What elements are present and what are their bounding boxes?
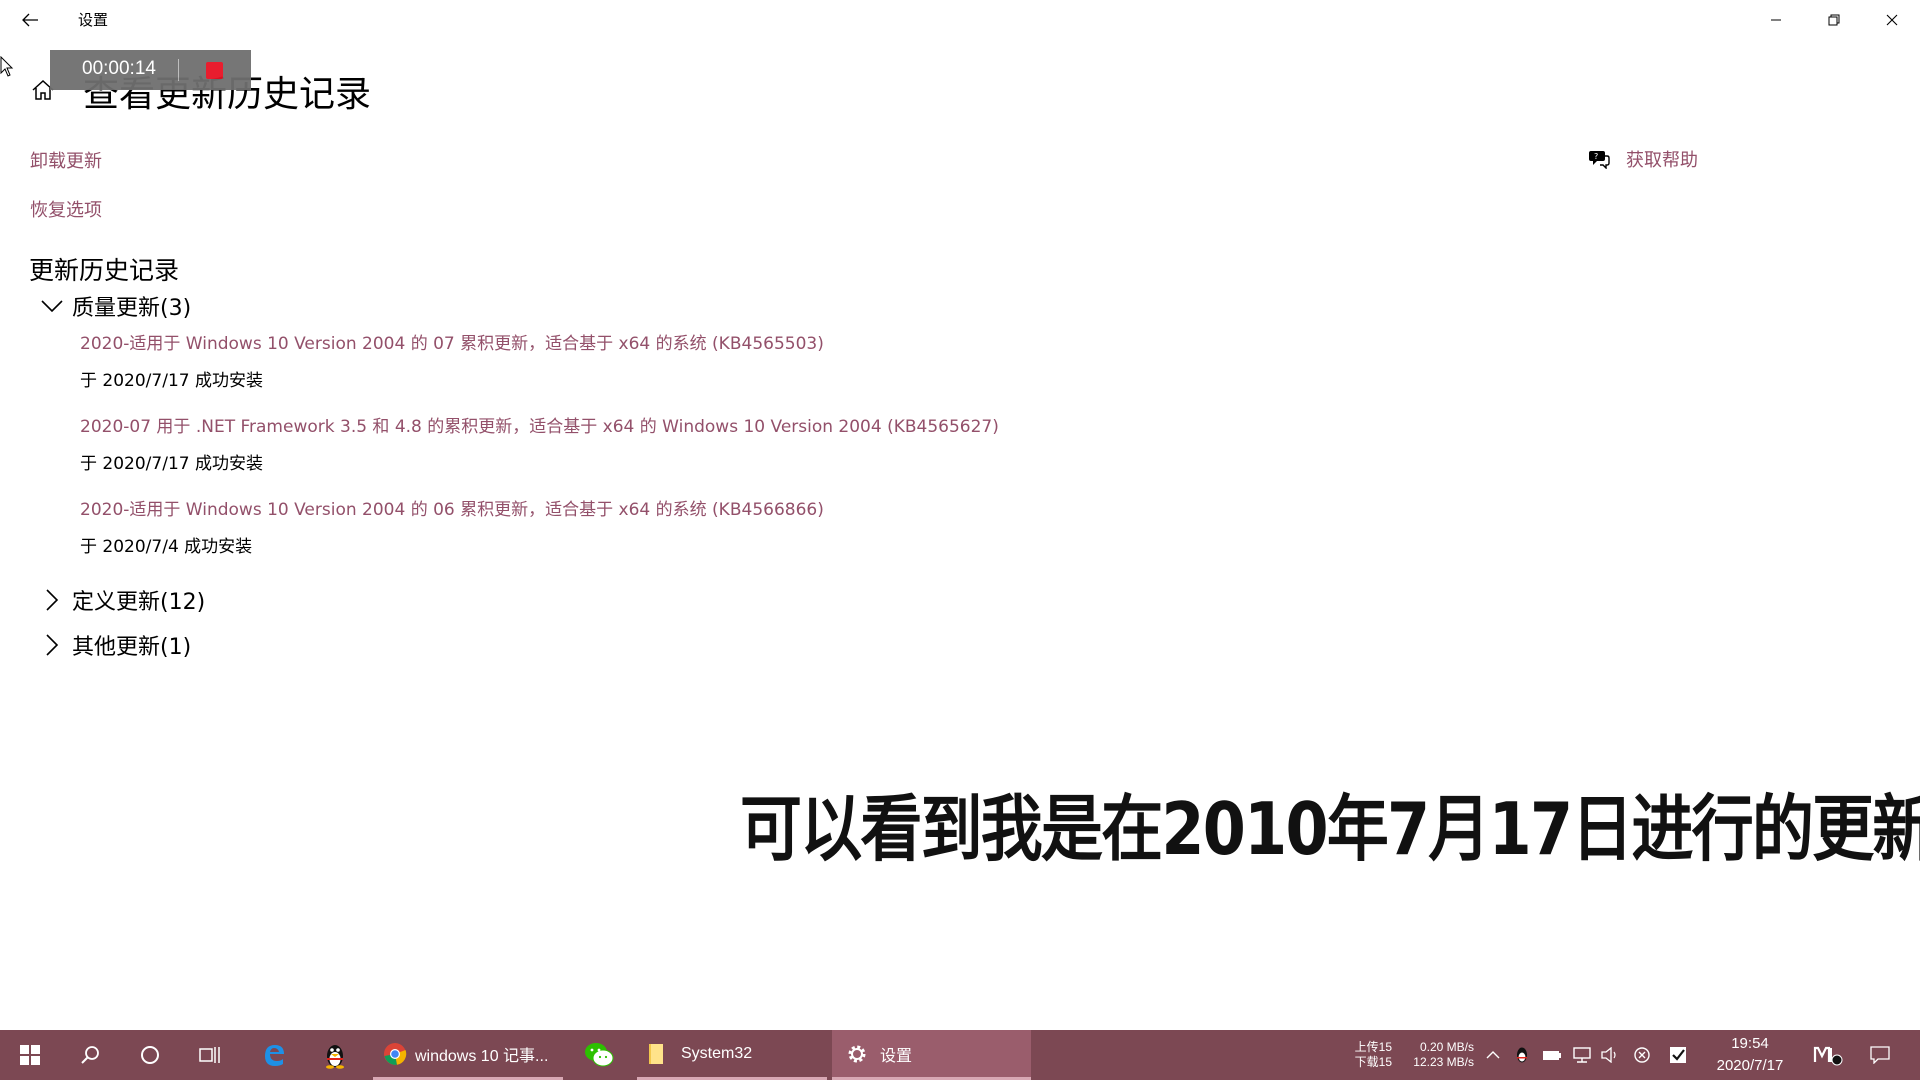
taskbar-clock[interactable]: 19:54 2020/7/17	[1700, 1033, 1800, 1077]
clock-date: 2020/7/17	[1716, 1057, 1784, 1074]
minimize-button[interactable]	[1748, 0, 1804, 40]
taskbar-chrome-window[interactable]: windows 10 记事...	[373, 1030, 563, 1080]
get-help-link[interactable]: ? 获取帮助	[1588, 146, 1698, 172]
battery-icon	[1543, 1051, 1561, 1060]
folder-icon	[649, 1043, 663, 1064]
task-view-button[interactable]	[188, 1030, 232, 1080]
show-hidden-icons-button[interactable]	[1482, 1030, 1504, 1080]
tray-qq[interactable]	[1510, 1030, 1534, 1080]
qq-penguin-icon	[1517, 1047, 1527, 1063]
install-status: 于 2020/7/4 成功安装	[80, 537, 253, 557]
taskbar-app-label: System32	[681, 1044, 753, 1062]
window-title: 设置	[78, 11, 109, 29]
network-speed-meter: 0.20 MB/s 12.23 MB/s	[1400, 1040, 1474, 1070]
group-label: 质量更新(3)	[72, 296, 192, 321]
taskbar-app-label: 设置	[880, 1047, 913, 1065]
update-item: 2020-07 用于 .NET Framework 3.5 和 4.8 的累积更…	[80, 412, 999, 474]
title-bar: 设置	[0, 0, 1920, 40]
minimize-icon	[1771, 19, 1781, 21]
install-status: 于 2020/7/17 成功安装	[80, 371, 263, 391]
start-button[interactable]	[8, 1030, 52, 1080]
get-help-label: 获取帮助	[1626, 150, 1698, 171]
network-labels: 上传15 下载15	[1340, 1040, 1392, 1070]
back-button[interactable]	[14, 6, 46, 34]
tray-battery[interactable]	[1540, 1030, 1564, 1080]
update-item: 2020-适用于 Windows 10 Version 2004 的 07 累积…	[80, 329, 824, 391]
screen-recorder-widget: 00:00:14	[50, 50, 251, 90]
update-link[interactable]: 2020-适用于 Windows 10 Version 2004 的 06 累积…	[80, 495, 824, 520]
download-speed: 12.23 MB/s	[1413, 1055, 1474, 1069]
back-arrow-icon	[22, 13, 38, 27]
video-caption: 可以看到我是在2010年7月17日进行的更新	[740, 787, 1920, 871]
group-quality-updates[interactable]: 质量更新(3)	[0, 290, 191, 322]
chrome-icon	[384, 1042, 407, 1065]
update-history-heading: 更新历史记录	[29, 256, 180, 285]
cortana-circle-icon	[141, 1046, 159, 1064]
tray-check-app[interactable]	[1666, 1030, 1690, 1080]
edge-browser-icon	[265, 1045, 284, 1066]
qq-penguin-icon	[326, 1045, 344, 1069]
download-label: 下载15	[1354, 1055, 1392, 1069]
speaker-icon	[1601, 1047, 1616, 1063]
taskbar-explorer-window[interactable]: System32	[637, 1030, 827, 1080]
uninstall-updates-link[interactable]: 卸载更新	[30, 147, 102, 173]
checkbox-check-icon	[1670, 1047, 1686, 1063]
taskbar-qq[interactable]	[313, 1030, 357, 1080]
network-icon	[1573, 1047, 1591, 1063]
tray-error-status[interactable]	[1630, 1030, 1654, 1080]
taskbar-settings-window[interactable]: 设置	[832, 1030, 1031, 1080]
update-item: 2020-适用于 Windows 10 Version 2004 的 06 累积…	[80, 495, 824, 557]
taskbar-edge[interactable]	[252, 1030, 296, 1080]
recorder-divider	[178, 59, 179, 81]
action-center-button[interactable]	[1862, 1030, 1898, 1080]
task-view-icon	[199, 1047, 220, 1063]
update-link[interactable]: 2020-07 用于 .NET Framework 3.5 和 4.8 的累积更…	[80, 412, 999, 437]
search-icon	[81, 1046, 99, 1064]
stop-recording-button[interactable]	[206, 62, 223, 79]
tray-im-input[interactable]	[1808, 1030, 1848, 1080]
close-icon	[1886, 14, 1898, 26]
search-button[interactable]	[68, 1030, 112, 1080]
taskbar-wechat[interactable]	[577, 1030, 621, 1080]
tray-volume[interactable]	[1598, 1030, 1622, 1080]
gear-icon	[848, 1045, 866, 1062]
tray-network[interactable]	[1570, 1030, 1594, 1080]
cortana-button[interactable]	[128, 1030, 172, 1080]
input-method-icon	[1813, 1046, 1843, 1066]
group-other-updates[interactable]: 其他更新(1)	[0, 629, 191, 661]
restore-icon	[1828, 14, 1840, 26]
svg-text:?: ?	[1594, 152, 1598, 161]
wechat-icon	[585, 1043, 614, 1067]
windows-logo-icon	[20, 1045, 40, 1065]
chevron-up-icon	[1486, 1051, 1500, 1059]
chevron-right-icon	[40, 633, 64, 657]
update-link[interactable]: 2020-适用于 Windows 10 Version 2004 的 07 累积…	[80, 329, 824, 354]
error-circle-icon	[1634, 1047, 1650, 1063]
upload-speed: 0.20 MB/s	[1419, 1040, 1474, 1054]
clock-time: 19:54	[1731, 1035, 1769, 1052]
notification-icon	[1870, 1046, 1890, 1064]
group-definition-updates[interactable]: 定义更新(12)	[0, 584, 205, 616]
recovery-options-link[interactable]: 恢复选项	[30, 196, 102, 222]
install-status: 于 2020/7/17 成功安装	[80, 454, 263, 474]
mouse-cursor-icon	[0, 55, 14, 82]
upload-label: 上传15	[1354, 1040, 1392, 1054]
group-label: 其他更新(1)	[72, 635, 192, 660]
help-chat-icon: ?	[1589, 151, 1610, 169]
restore-button[interactable]	[1806, 0, 1862, 40]
recording-timer: 00:00:14	[82, 58, 156, 79]
group-label: 定义更新(12)	[72, 590, 206, 615]
chevron-down-icon	[40, 294, 64, 318]
close-button[interactable]	[1864, 0, 1920, 40]
chevron-right-icon	[40, 588, 64, 612]
taskbar-app-label: windows 10 记事...	[415, 1047, 549, 1065]
